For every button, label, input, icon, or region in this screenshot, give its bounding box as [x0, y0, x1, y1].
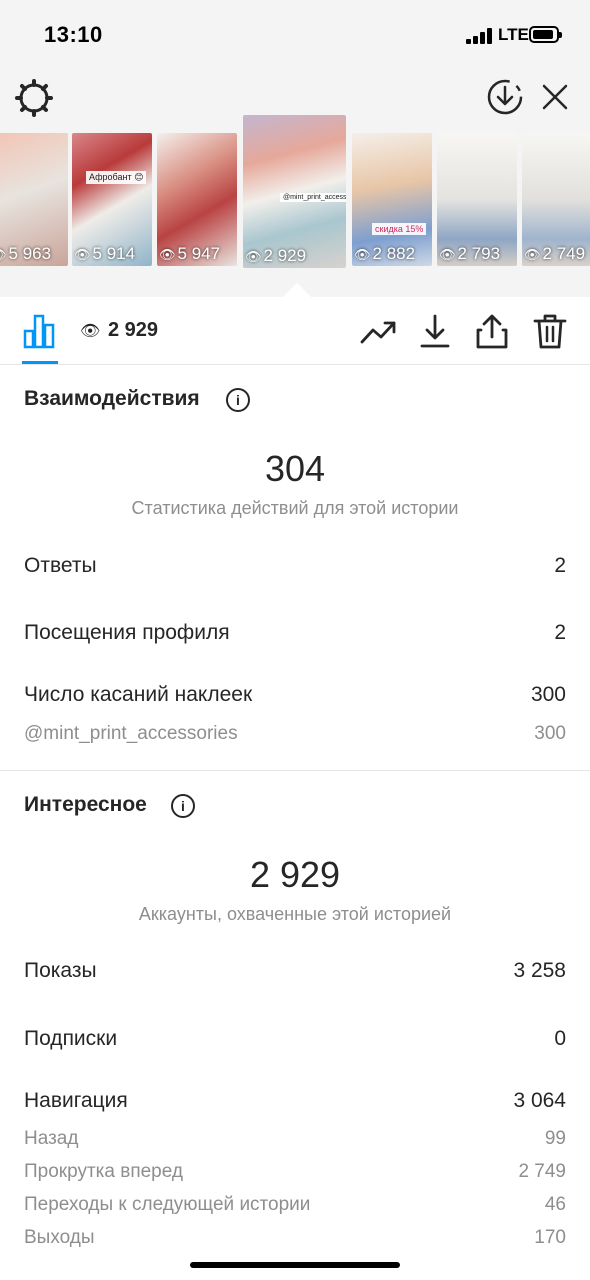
- back-label: Назад: [24, 1128, 79, 1149]
- profile-visits-label: Посещения профиля: [24, 621, 230, 644]
- story-thumbnail[interactable]: 👁 2 749: [522, 133, 590, 266]
- status-time: 13:10: [44, 22, 103, 47]
- interactions-total: 304: [264, 448, 326, 489]
- trending-up-icon[interactable]: [358, 312, 398, 352]
- next-story-value: 46: [544, 1194, 566, 1215]
- sticker-taps-label: Число касаний наклеек: [24, 683, 253, 706]
- story-thumbnail[interactable]: 👁5 963: [0, 133, 68, 266]
- info-icon[interactable]: i: [171, 794, 195, 818]
- reach-total: 2 929: [249, 854, 341, 895]
- download-icon[interactable]: [415, 312, 455, 352]
- exits-label: Выходы: [24, 1227, 95, 1248]
- section-divider: [0, 770, 590, 771]
- bar-chart-icon[interactable]: [22, 313, 58, 349]
- eye-icon: 👁: [80, 323, 101, 340]
- close-icon[interactable]: [538, 80, 572, 114]
- download-circle-icon[interactable]: [485, 77, 525, 117]
- navigation-label: Навигация: [24, 1089, 128, 1112]
- eye-icon: 👁: [159, 247, 176, 262]
- gear-icon[interactable]: [14, 78, 54, 118]
- interactions-caption: Статистика действий для этой истории: [131, 498, 459, 518]
- sticker-account-label[interactable]: @mint_print_accessories: [24, 723, 238, 745]
- follows-label: Подписки: [24, 1027, 118, 1050]
- reach-caption: Аккаунты, охваченные этой историей: [138, 904, 452, 924]
- eye-icon: 👁: [524, 247, 541, 262]
- story-header-area: 13:10 LTE 5 963 Афробант 😊 👁 5 914 👁 5 9…: [0, 0, 590, 297]
- sticker-taps-value: 300: [530, 683, 566, 706]
- eye-icon: 👁: [245, 249, 262, 264]
- trash-icon[interactable]: [530, 312, 570, 352]
- views-count: 2 929: [108, 319, 159, 341]
- info-icon[interactable]: i: [226, 388, 250, 412]
- replies-label: Ответы: [24, 554, 97, 577]
- active-tab-indicator: [22, 361, 58, 364]
- story-thumbnail-selected[interactable]: @mint_print_accessories 👁2 929: [243, 115, 346, 268]
- story-thumbnail[interactable]: 👁 2 793: [437, 133, 517, 266]
- replies-value: 2: [554, 554, 566, 577]
- story-toolbar: 👁 2 929: [0, 297, 590, 365]
- story-thumbnail[interactable]: Афробант 😊 👁 5 914: [72, 133, 152, 266]
- selected-story-pointer: [283, 283, 311, 297]
- follows-value: 0: [554, 1027, 566, 1050]
- story-thumbnail-strip[interactable]: 👁5 963 Афробант 😊 👁5 914 👁5 947 @mint_pr…: [0, 115, 590, 285]
- story-thumbnail[interactable]: 👁 5 947: [157, 133, 237, 266]
- eye-icon: 👁: [74, 247, 91, 262]
- navigation-value: 3 064: [513, 1089, 566, 1112]
- eye-icon: 👁: [0, 247, 7, 262]
- network-type: LTE: [498, 25, 529, 44]
- forward-value: 2 749: [518, 1161, 566, 1182]
- back-value: 99: [544, 1128, 566, 1149]
- eye-icon: 👁: [354, 247, 371, 262]
- story-thumbnail[interactable]: скидка 15% 👁 2 882: [352, 133, 432, 266]
- impressions-label: Показы: [24, 959, 97, 982]
- discovery-title: Интересное: [24, 793, 147, 816]
- profile-visits-value: 2: [554, 621, 566, 644]
- sticker-account-value: 300: [534, 723, 566, 744]
- status-bar: 13:10 LTE: [0, 0, 590, 70]
- forward-label: Прокрутка вперед: [24, 1161, 183, 1182]
- next-story-label: Переходы к следующей истории: [24, 1194, 311, 1215]
- signal-icon: [466, 28, 494, 44]
- exits-value: 170: [534, 1227, 566, 1248]
- home-indicator[interactable]: [190, 1262, 400, 1268]
- eye-icon: 👁: [439, 247, 456, 262]
- battery-icon: [529, 26, 562, 43]
- interactions-title: Взаимодействия: [24, 387, 200, 410]
- impressions-value: 3 258: [513, 959, 566, 982]
- share-icon[interactable]: [472, 312, 512, 352]
